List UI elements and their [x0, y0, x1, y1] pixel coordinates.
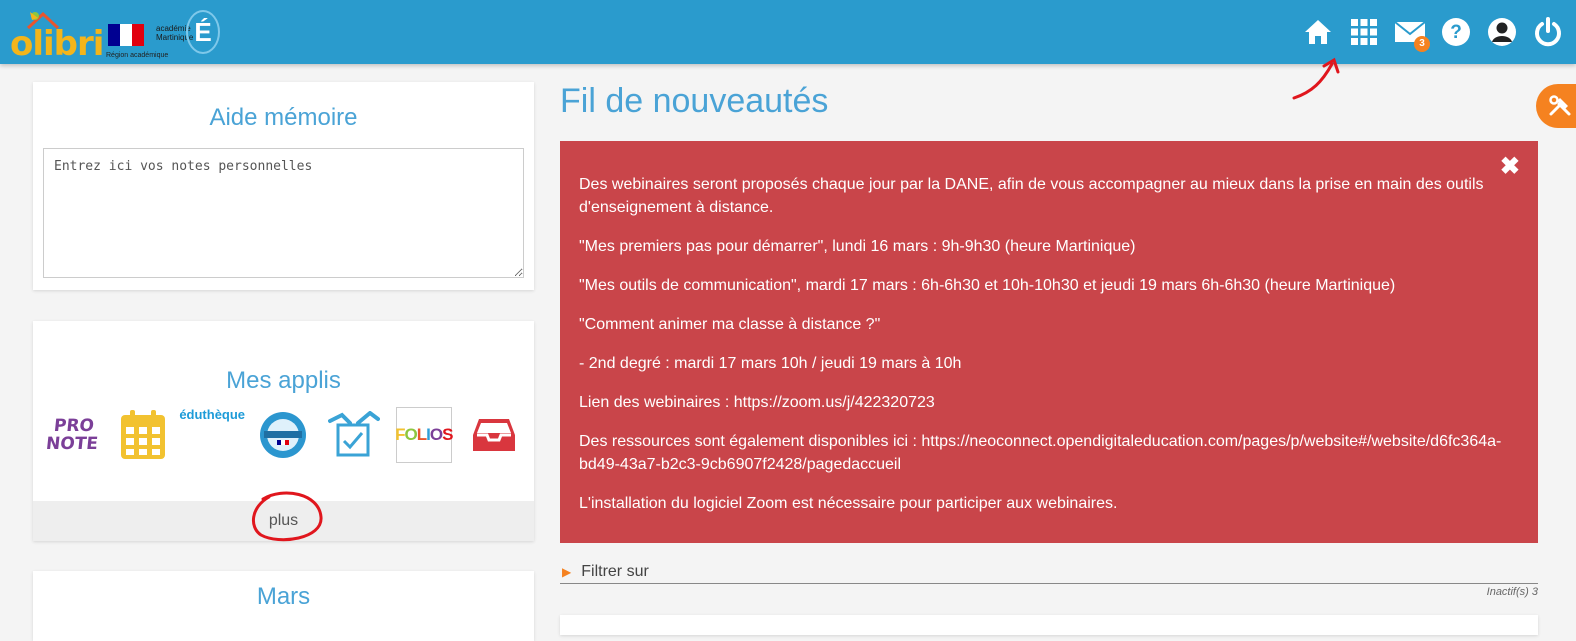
tools-icon	[1549, 95, 1571, 116]
apps-row: PRO NOTE éduthèque F O L I O S	[43, 405, 524, 465]
alert-paragraph: L'installation du logiciel Zoom est néce…	[579, 495, 1118, 512]
filter-label: Filtrer sur	[581, 562, 649, 580]
home-icon[interactable]	[1302, 16, 1334, 48]
alert-paragraph: Des webinaires seront proposés chaque jo…	[579, 176, 1484, 216]
app-pronote[interactable]: PRO NOTE	[43, 405, 103, 465]
tools-tab[interactable]	[1536, 84, 1576, 128]
calendar-month-title: Mars	[256, 583, 311, 610]
folios-logo: FOLIOS	[395, 407, 453, 463]
calendar-icon	[121, 410, 166, 459]
app-calendar[interactable]	[113, 405, 173, 465]
pronote-logo: PRO NOTE	[45, 416, 100, 454]
news-alert: ✖ Des webinaires seront proposés chaque …	[560, 141, 1538, 543]
exercise-icon	[327, 411, 380, 457]
mail-icon[interactable]: 3	[1394, 16, 1430, 52]
apps-title: Mes applis	[226, 367, 341, 394]
academie-emblem: É	[186, 10, 220, 54]
edutheque-logo: éduthèque	[179, 407, 246, 422]
user-icon[interactable]	[1486, 16, 1518, 48]
annotation-arrow-icon	[1292, 57, 1340, 100]
apps-grid-icon[interactable]	[1348, 16, 1380, 48]
app-exercizer[interactable]	[324, 405, 384, 465]
alert-paragraph: "Mes premiers pas pour démarrer", lundi …	[579, 238, 1136, 255]
apps-card: Mes applis PRO NOTE éduthèque F O L I O …	[33, 321, 534, 542]
alert-paragraph: Lien des webinaires : https://zoom.us/j/…	[579, 394, 935, 411]
memo-textarea[interactable]	[43, 148, 524, 278]
app-inbox[interactable]	[464, 405, 524, 465]
nav-icon-bar: 3 ?	[1302, 14, 1564, 52]
calendar-card: Mars	[33, 571, 534, 641]
help-icon[interactable]: ?	[1440, 16, 1472, 48]
power-icon[interactable]	[1532, 16, 1564, 48]
badge-icon	[260, 412, 307, 458]
alert-paragraph: "Comment animer ma classe à distance ?"	[579, 316, 881, 333]
academie-logo: académie Martinique É	[156, 10, 224, 54]
app-folios[interactable]: FOLIOS	[394, 405, 454, 465]
filter-toggle[interactable]: ▶ Filtrer sur	[560, 560, 1538, 584]
app-ressources-numeriques[interactable]	[253, 405, 313, 465]
expand-triangle-icon: ▶	[562, 564, 572, 579]
memo-card: Aide mémoire	[33, 82, 534, 290]
news-feed-card	[560, 615, 1538, 635]
app-edutheque[interactable]: éduthèque	[179, 405, 245, 465]
memo-title: Aide mémoire	[209, 104, 358, 131]
annotation-circle-icon	[252, 491, 323, 542]
french-flag-icon	[108, 24, 144, 46]
alert-paragraph: - 2nd degré : mardi 17 mars 10h / jeudi …	[579, 355, 962, 372]
svg-text:?: ?	[1450, 22, 1462, 43]
alert-paragraph: Des ressources sont également disponible…	[579, 433, 1502, 473]
alert-paragraph: "Mes outils de communication", mardi 17 …	[579, 277, 1396, 294]
page-title: Fil de nouveautés	[560, 82, 829, 120]
inactive-count: Inactif(s) 3	[1486, 586, 1538, 598]
inbox-icon	[472, 419, 515, 451]
close-icon[interactable]: ✖	[1500, 155, 1520, 179]
olibri-logo[interactable]: olibri	[8, 4, 104, 64]
logo-wordmark: olibri	[10, 24, 104, 64]
unread-count-badge: 3	[1414, 36, 1430, 52]
